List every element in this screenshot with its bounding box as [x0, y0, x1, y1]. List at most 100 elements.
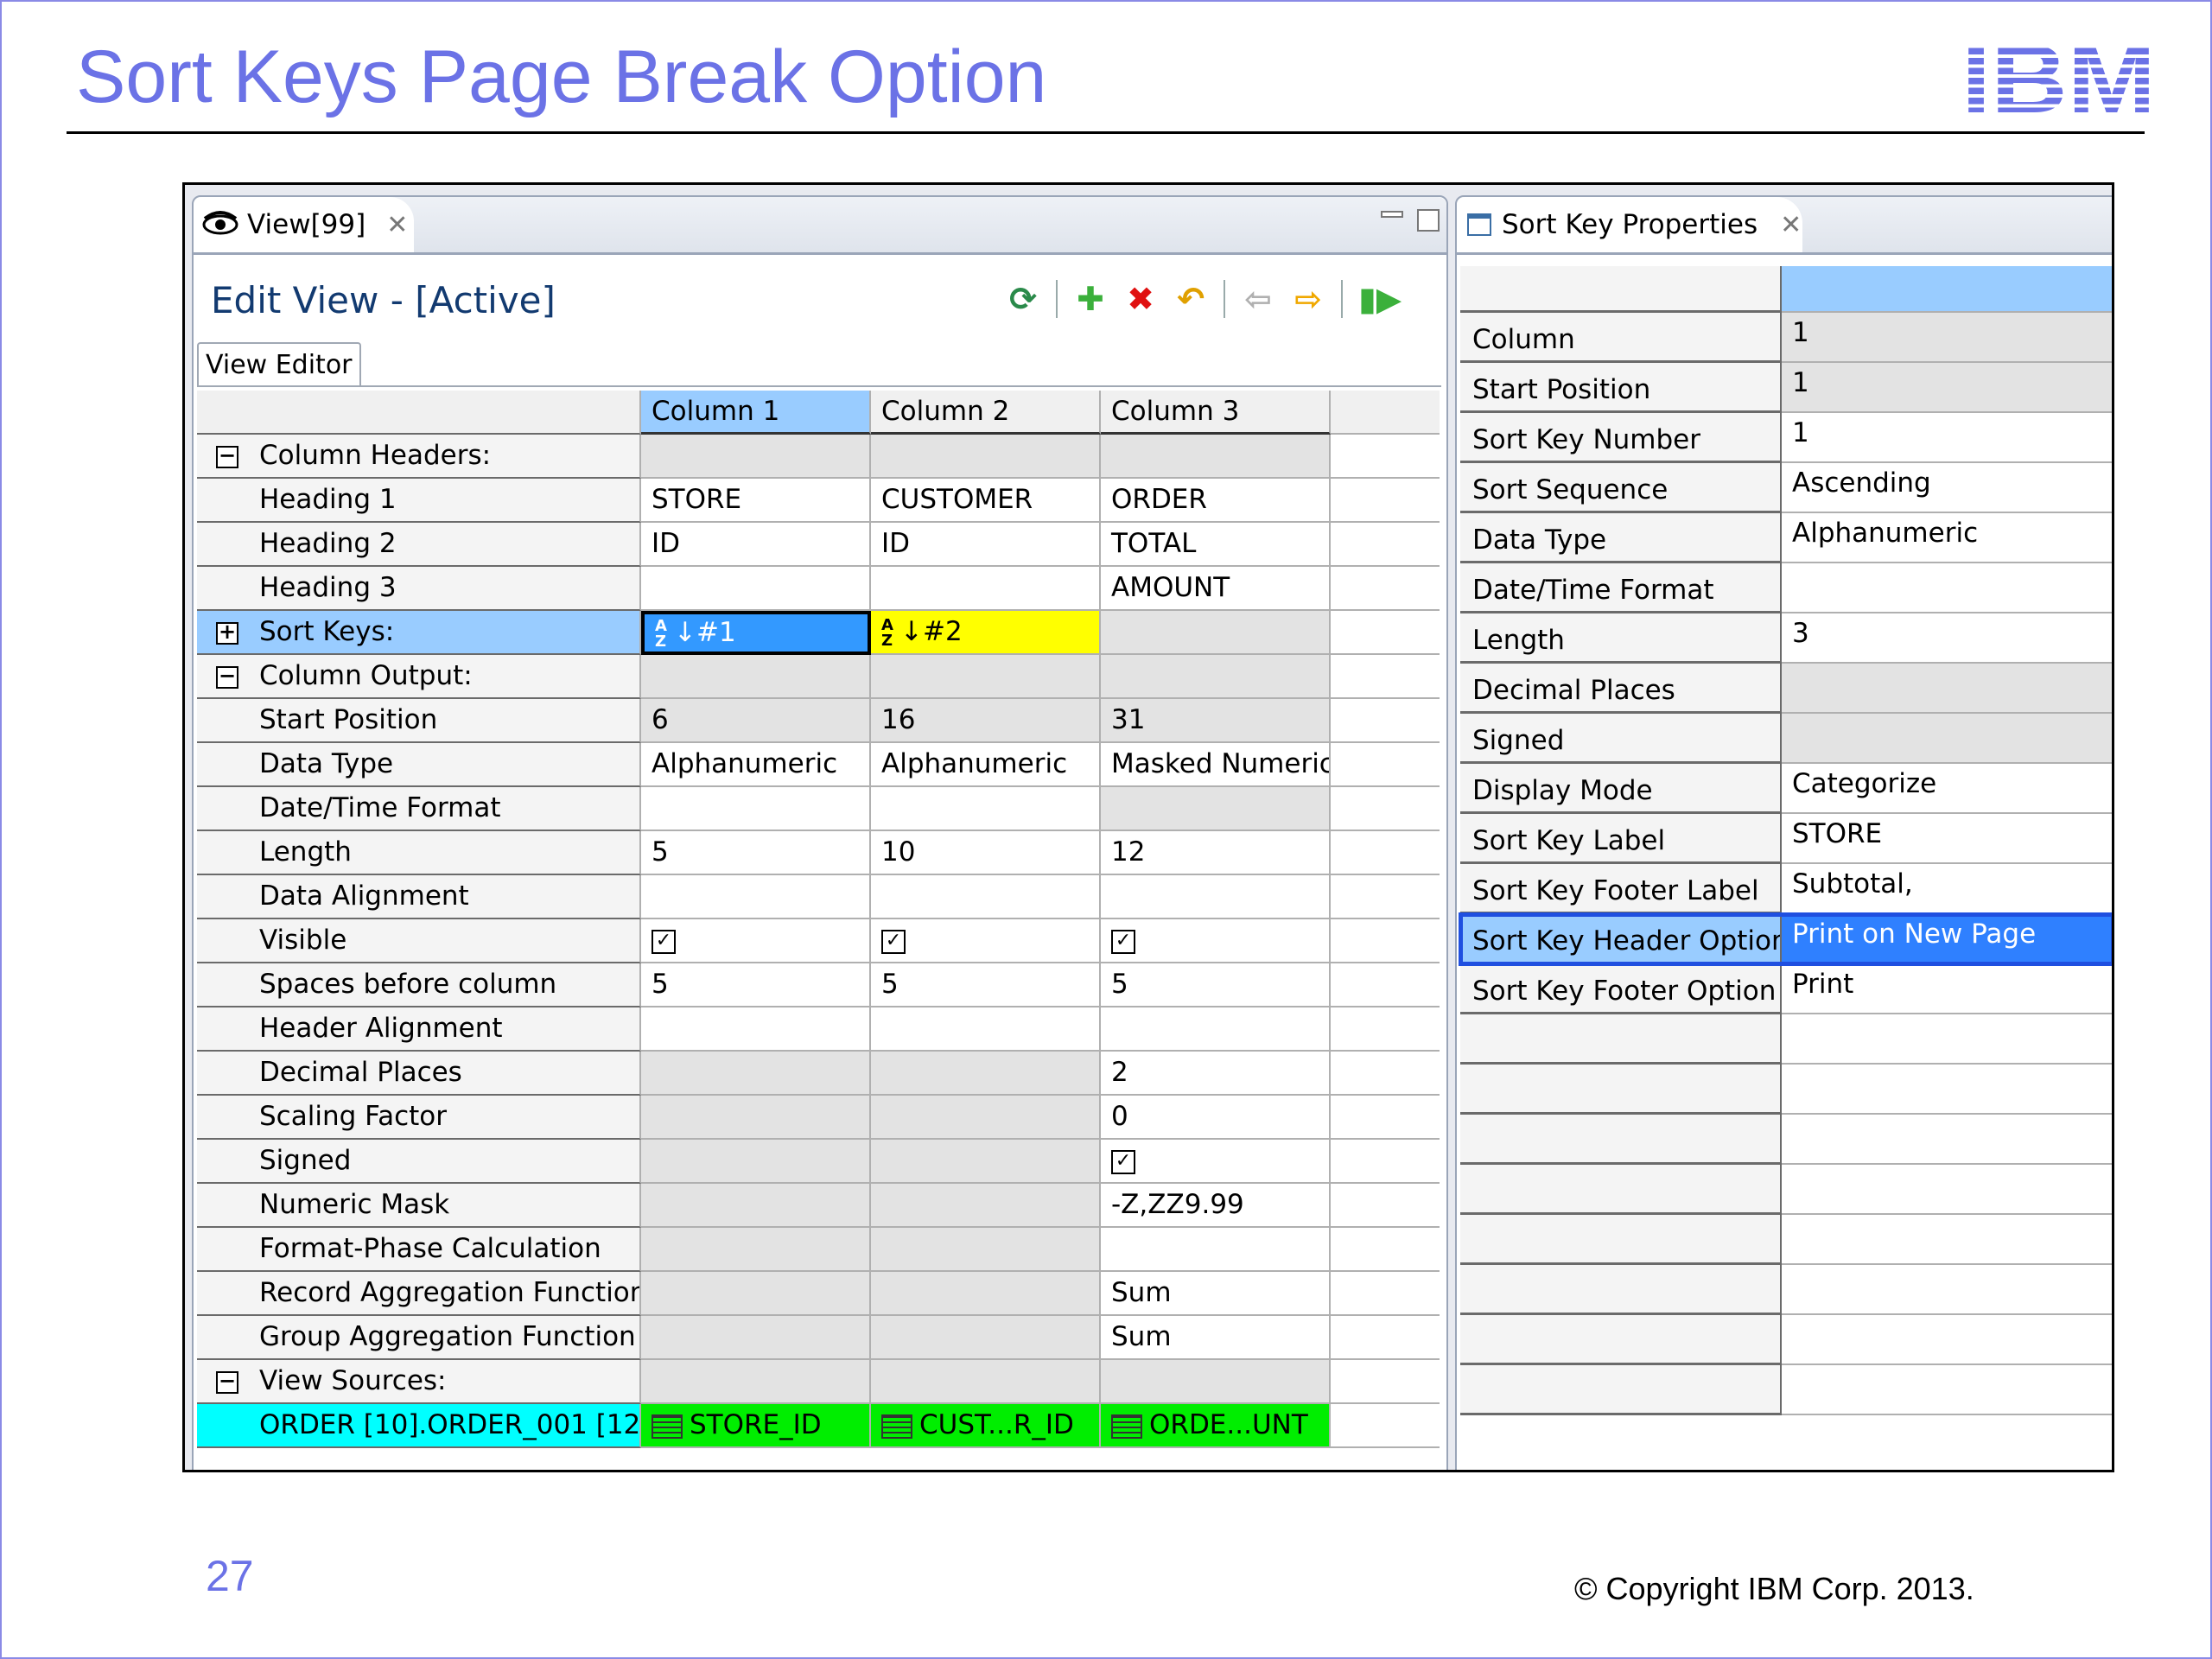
- grid-cell[interactable]: [641, 1228, 871, 1272]
- refresh-icon[interactable]: ⟳: [1006, 282, 1040, 316]
- sort-key-cell-3[interactable]: [1101, 611, 1331, 655]
- property-value[interactable]: 1: [1782, 413, 2112, 463]
- grid-cell[interactable]: [871, 1007, 1101, 1052]
- property-value[interactable]: 3: [1782, 613, 2112, 664]
- grid-cell[interactable]: ID: [641, 523, 871, 567]
- column-header-3[interactable]: Column 3: [1101, 391, 1331, 435]
- property-row: Display Mode Categorize: [1460, 764, 2112, 814]
- property-value[interactable]: Subtotal,: [1782, 864, 2112, 914]
- grid-cell[interactable]: [641, 1096, 871, 1140]
- grid-cell[interactable]: 16: [871, 699, 1101, 743]
- source-field-cell[interactable]: STORE_ID: [641, 1404, 871, 1448]
- grid-cell[interactable]: 5: [641, 963, 871, 1007]
- view-source-label[interactable]: ORDER [10].ORDER_001 [12]: [197, 1404, 641, 1448]
- grid-cell[interactable]: -Z,ZZ9.99: [1101, 1184, 1331, 1228]
- group-view-sources[interactable]: − View Sources:: [197, 1360, 641, 1404]
- maximize-button[interactable]: [1417, 209, 1440, 232]
- run-icon[interactable]: ▮▶: [1358, 282, 1402, 316]
- grid-cell[interactable]: [1101, 1228, 1331, 1272]
- grid-cell[interactable]: Sum: [1101, 1316, 1331, 1360]
- visible-checkbox-1[interactable]: ✓: [652, 929, 676, 954]
- sort-key-properties-panel: Sort Key Properties ✕ Column 1 Start Pos…: [1455, 195, 2112, 1470]
- property-value[interactable]: 1: [1782, 313, 2112, 363]
- grid-cell[interactable]: [641, 1007, 871, 1052]
- grid-cell[interactable]: 5: [641, 831, 871, 875]
- grid-cell[interactable]: 10: [871, 831, 1101, 875]
- grid-cell[interactable]: [871, 1316, 1101, 1360]
- undo-icon[interactable]: ↶: [1173, 282, 1208, 316]
- close-icon[interactable]: ✕: [386, 210, 408, 240]
- grid-cell[interactable]: [871, 1228, 1101, 1272]
- tab-sort-key-properties[interactable]: Sort Key Properties ✕: [1457, 197, 1802, 252]
- grid-cell[interactable]: ORDER: [1101, 479, 1331, 523]
- grid-cell[interactable]: [1101, 1007, 1331, 1052]
- property-value[interactable]: Ascending: [1782, 463, 2112, 513]
- grid-cell[interactable]: [641, 1272, 871, 1316]
- collapse-icon[interactable]: −: [216, 445, 238, 468]
- visible-checkbox-2[interactable]: ✓: [881, 929, 906, 954]
- grid-cell[interactable]: [871, 875, 1101, 919]
- grid-cell[interactable]: Alphanumeric: [871, 743, 1101, 787]
- arrow-right-icon[interactable]: ⇨: [1291, 282, 1325, 316]
- expand-icon[interactable]: +: [216, 621, 238, 645]
- source-field-cell[interactable]: CUST...R_ID: [871, 1404, 1101, 1448]
- grid-cell[interactable]: Alphanumeric: [641, 743, 871, 787]
- add-icon[interactable]: ✚: [1073, 282, 1108, 316]
- property-value[interactable]: Categorize: [1782, 764, 2112, 814]
- property-value[interactable]: [1782, 664, 2112, 714]
- grid-cell[interactable]: Masked Numeric: [1101, 743, 1331, 787]
- property-value[interactable]: 1: [1782, 363, 2112, 413]
- grid-cell[interactable]: 12: [1101, 831, 1331, 875]
- grid-cell[interactable]: [871, 1272, 1101, 1316]
- grid-cell[interactable]: ID: [871, 523, 1101, 567]
- property-value[interactable]: STORE: [1782, 814, 2112, 864]
- grid-cell[interactable]: [641, 1052, 871, 1096]
- arrow-left-icon[interactable]: ⇦: [1241, 282, 1275, 316]
- grid-cell[interactable]: [1101, 787, 1331, 831]
- grid-cell[interactable]: AMOUNT: [1101, 567, 1331, 611]
- grid-cell[interactable]: CUSTOMER: [871, 479, 1101, 523]
- property-value[interactable]: Alphanumeric: [1782, 513, 2112, 563]
- sort-key-cell-1[interactable]: A Z ↓#1: [641, 611, 871, 655]
- sort-key-cell-2[interactable]: A Z ↓#2: [871, 611, 1101, 655]
- grid-cell[interactable]: TOTAL: [1101, 523, 1331, 567]
- grid-cell[interactable]: [641, 1184, 871, 1228]
- grid-cell[interactable]: 2: [1101, 1052, 1331, 1096]
- grid-cell[interactable]: [641, 875, 871, 919]
- grid-cell[interactable]: 6: [641, 699, 871, 743]
- grid-cell[interactable]: [871, 1052, 1101, 1096]
- source-field-cell[interactable]: ORDE...UNT: [1101, 1404, 1331, 1448]
- column-header-2[interactable]: Column 2: [871, 391, 1101, 435]
- group-column-output[interactable]: − Column Output:: [197, 655, 641, 699]
- tab-view-99[interactable]: View[99] ✕: [194, 197, 414, 252]
- close-icon[interactable]: ✕: [1780, 210, 1802, 240]
- property-value[interactable]: [1782, 714, 2112, 764]
- tab-view-editor[interactable]: View Editor: [197, 342, 361, 387]
- property-value[interactable]: [1782, 563, 2112, 613]
- grid-cell[interactable]: Sum: [1101, 1272, 1331, 1316]
- grid-cell[interactable]: [871, 787, 1101, 831]
- grid-cell[interactable]: 0: [1101, 1096, 1331, 1140]
- grid-cell[interactable]: STORE: [641, 479, 871, 523]
- sort-key-header-option-value[interactable]: Print on New Page: [1782, 914, 2112, 964]
- grid-cell[interactable]: 31: [1101, 699, 1331, 743]
- group-sort-keys[interactable]: + Sort Keys:: [197, 611, 641, 655]
- grid-cell[interactable]: [641, 567, 871, 611]
- grid-cell[interactable]: [871, 1096, 1101, 1140]
- grid-cell[interactable]: [1101, 875, 1331, 919]
- minimize-button[interactable]: [1381, 211, 1403, 218]
- delete-icon[interactable]: ✖: [1123, 282, 1158, 316]
- grid-cell[interactable]: 5: [871, 963, 1101, 1007]
- group-column-headers[interactable]: − Column Headers:: [197, 435, 641, 479]
- property-value[interactable]: Print: [1782, 964, 2112, 1014]
- collapse-icon[interactable]: −: [216, 665, 238, 689]
- grid-cell[interactable]: [641, 1316, 871, 1360]
- grid-cell[interactable]: 5: [1101, 963, 1331, 1007]
- signed-checkbox-3[interactable]: ✓: [1111, 1149, 1135, 1174]
- grid-cell[interactable]: [871, 1184, 1101, 1228]
- column-header-1[interactable]: Column 1: [641, 391, 871, 435]
- grid-cell[interactable]: [641, 787, 871, 831]
- grid-cell[interactable]: [871, 567, 1101, 611]
- collapse-icon[interactable]: −: [216, 1370, 238, 1394]
- visible-checkbox-3[interactable]: ✓: [1111, 929, 1135, 954]
